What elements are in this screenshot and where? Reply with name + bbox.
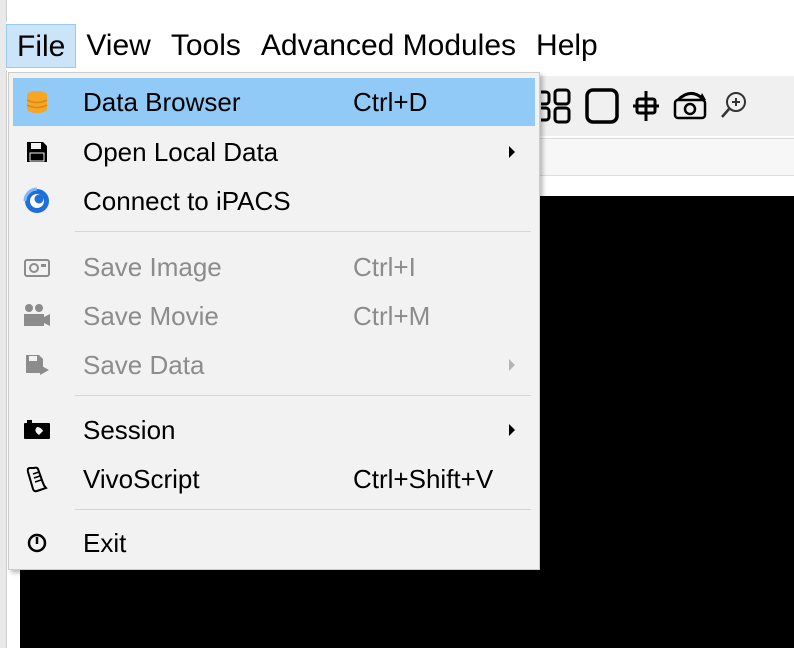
menu-help[interactable]: Help: [526, 24, 608, 68]
session-icon: [21, 414, 53, 446]
menu-item-session[interactable]: Session: [13, 406, 535, 454]
menu-item-shortcut: Ctrl+I: [353, 251, 416, 282]
rotate-camera-icon[interactable]: [672, 86, 708, 126]
menu-item-label: Data Browser: [83, 86, 241, 117]
menu-item-label: Session: [83, 414, 176, 445]
menu-item-vivoscript[interactable]: VivoScript Ctrl+Shift+V: [13, 455, 535, 503]
file-menu-dropdown: Data Browser Ctrl+D Open Local Data Conn…: [8, 72, 540, 570]
crosshair-move-icon[interactable]: [628, 86, 664, 126]
menu-item-label: VivoScript: [83, 463, 200, 494]
menu-item-exit[interactable]: Exit: [13, 519, 535, 567]
zoom-in-icon[interactable]: [716, 86, 752, 126]
menu-item-save-data: Save Data: [13, 341, 535, 389]
database-icon: [21, 86, 53, 118]
submenu-arrow-icon: [509, 146, 515, 158]
menu-file[interactable]: File: [6, 24, 77, 68]
menu-item-open-local-data[interactable]: Open Local Data: [13, 128, 535, 176]
secondary-toolbar: [540, 138, 794, 176]
menu-item-save-movie: Save Movie Ctrl+M: [13, 292, 535, 340]
menu-item-label: Save Movie: [83, 300, 219, 331]
menu-item-connect-to-ipacs[interactable]: Connect to iPACS: [13, 177, 535, 225]
ipacs-logo-icon: [21, 185, 53, 217]
menu-tools[interactable]: Tools: [161, 24, 251, 68]
menu-item-label: Connect to iPACS: [83, 185, 291, 216]
layout-grid-icon[interactable]: [540, 86, 576, 126]
menu-separator: [75, 395, 531, 396]
menu-item-data-browser[interactable]: Data Browser Ctrl+D: [13, 78, 535, 126]
video-camera-icon: [21, 300, 53, 332]
menu-item-label: Exit: [83, 527, 127, 558]
menu-item-save-image: Save Image Ctrl+I: [13, 243, 535, 291]
menu-separator: [75, 509, 531, 510]
toolbar: [540, 76, 794, 136]
menu-separator: [75, 231, 531, 232]
menu-item-shortcut: Ctrl+M: [353, 300, 431, 331]
menu-item-label: Save Image: [83, 251, 222, 282]
menu-view[interactable]: View: [76, 24, 160, 68]
menu-item-shortcut: Ctrl+Shift+V: [353, 463, 494, 494]
script-icon: [21, 463, 53, 495]
save-data-icon: [21, 349, 53, 381]
menu-advanced-modules[interactable]: Advanced Modules: [251, 24, 526, 68]
menu-item-shortcut: Ctrl+D: [353, 86, 428, 117]
menu-item-label: Open Local Data: [83, 136, 279, 167]
square-icon[interactable]: [584, 86, 620, 126]
menu-bar: File View Tools Advanced Modules Help: [6, 22, 794, 70]
floppy-disk-icon: [21, 136, 53, 168]
window-frame: [0, 0, 7, 648]
submenu-arrow-icon: [509, 424, 515, 436]
camera-icon: [21, 251, 53, 283]
power-icon: [21, 527, 53, 559]
menu-item-label: Save Data: [83, 349, 205, 380]
submenu-arrow-icon: [509, 359, 515, 371]
